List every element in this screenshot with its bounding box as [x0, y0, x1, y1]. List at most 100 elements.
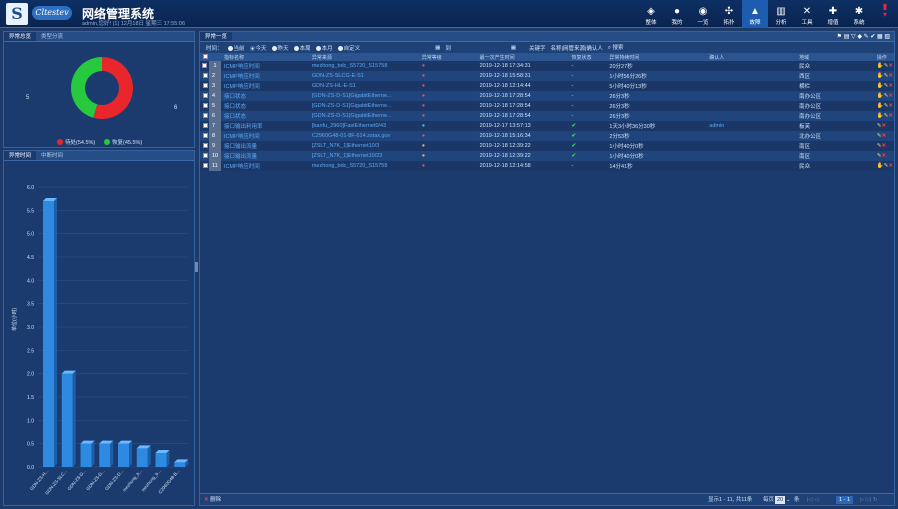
- table-row[interactable]: 4 接口状态 [GDN-ZS-D-S1]GigabitEtherne... ● …: [200, 91, 894, 101]
- delete-icon[interactable]: ✕: [888, 93, 893, 99]
- source-link[interactable]: [banfu_2960]FastEthernet0/43: [308, 121, 419, 131]
- nav-warning[interactable]: ▲ 故障: [742, 0, 768, 28]
- table-row[interactable]: 1 ICMP响应时间 mezhong_bdc_S5720_S15758 ● 20…: [200, 61, 894, 71]
- table-row[interactable]: 10 接口输出流量 [ZSLT_N7K_1]Ethernet10/23 ● 20…: [200, 151, 894, 161]
- tab-interrupt-time[interactable]: 中断时间: [36, 151, 68, 160]
- row-checkbox[interactable]: [203, 162, 208, 168]
- table-row[interactable]: 8 ICMP响应时间 C2960G48-01-8F-614.zstax.gov …: [200, 131, 894, 141]
- delete-icon[interactable]: ✕: [888, 113, 893, 119]
- edit-icon[interactable]: ✋✎: [877, 93, 888, 99]
- chevron-down-icon[interactable]: ⌄: [786, 494, 791, 506]
- nav-target[interactable]: ◉ 一览: [690, 0, 716, 28]
- time-option[interactable]: 自定义: [337, 44, 360, 52]
- edit-icon[interactable]: ✋✎: [877, 103, 888, 109]
- delete-icon[interactable]: ✕: [882, 153, 887, 159]
- source-link[interactable]: [ZSLT_N7K_1]Ethernet10/23: [308, 151, 419, 161]
- source-link[interactable]: [GDN-ZS-D-S1]GigabitEtherne...: [308, 91, 419, 101]
- y-tick-label: 3.0: [27, 325, 34, 331]
- metric-link[interactable]: 接口状态: [220, 111, 309, 121]
- tab-type[interactable]: 类型分流: [36, 32, 68, 41]
- first-page-icon[interactable]: |◁ ◁: [807, 494, 818, 506]
- row-checkbox[interactable]: [203, 72, 208, 78]
- source-link[interactable]: mezhong_bdc_S5720_S15758: [308, 61, 419, 71]
- source-link[interactable]: [GDN-ZS-D-S1]GigabitEtherne...: [308, 111, 419, 121]
- delete-icon[interactable]: ✕: [882, 123, 887, 129]
- source-link[interactable]: GDN-ZS-SLCG-E-S1: [308, 71, 419, 81]
- table-row[interactable]: 11 ICMP响应时间 mezhong_bdc_S5720_S15758 ● 2…: [200, 161, 894, 171]
- area-cell: 南办公区: [796, 101, 874, 111]
- time-option[interactable]: 当前: [227, 44, 245, 52]
- nav-topology[interactable]: ✣ 拓扑: [716, 0, 742, 28]
- metric-link[interactable]: 接口状态: [220, 101, 309, 111]
- keyword-input[interactable]: 名称|网管来源|确认人: [551, 44, 603, 52]
- row-checkbox[interactable]: [203, 112, 208, 118]
- nav-user[interactable]: ● 我的: [664, 0, 690, 28]
- source-link[interactable]: GDN-ZS-HL-E-S1: [308, 81, 419, 91]
- calendar-icon[interactable]: ▦: [511, 45, 516, 51]
- row-checkbox[interactable]: [203, 122, 208, 128]
- nav-gear[interactable]: ✱ 系统: [846, 0, 872, 28]
- nav-label: 分析: [775, 20, 787, 26]
- tab-overview[interactable]: 异常总览: [4, 32, 37, 41]
- table-row[interactable]: 5 接口状态 [GDN-ZS-D-S1]GigabitEtherne... ● …: [200, 101, 894, 111]
- row-checkbox[interactable]: [203, 102, 208, 108]
- table-row[interactable]: 2 ICMP响应时间 GDN-ZS-SLCG-E-S1 ● 2019-12-18…: [200, 71, 894, 81]
- row-checkbox[interactable]: [203, 82, 208, 88]
- per-page-select[interactable]: 20: [775, 496, 786, 504]
- alert-indicator-icon[interactable]: ▮ ▾: [878, 3, 892, 19]
- row-checkbox[interactable]: [203, 132, 208, 138]
- source-link[interactable]: C2960G48-01-8F-614.zstax.gov: [308, 131, 419, 141]
- delete-button[interactable]: ✕ 删除: [204, 497, 221, 503]
- panel-tools-icon[interactable]: ⚑ ▤ ▽ ◆ ✎ ✔ ▦ ▧: [837, 32, 894, 41]
- source-link[interactable]: [ZSLT_N7K_1]Ethernet10/3: [308, 141, 419, 151]
- edit-icon[interactable]: ✋✎: [877, 83, 888, 89]
- metric-link[interactable]: ICMP响应时间: [220, 131, 309, 141]
- delete-icon[interactable]: ✕: [888, 73, 893, 79]
- edit-icon[interactable]: ✋✎: [877, 163, 888, 169]
- source-link[interactable]: mezhong_bdc_S5720_S15758: [308, 161, 419, 171]
- time-option[interactable]: 本周: [293, 44, 311, 52]
- delete-icon[interactable]: ✕: [882, 143, 887, 149]
- nav-chart[interactable]: ▥ 分析: [768, 0, 794, 28]
- tab-abnormal-time[interactable]: 异常时间: [4, 151, 37, 160]
- nav-plus[interactable]: ✚ 增值: [820, 0, 846, 28]
- edit-icon[interactable]: ✋✎: [877, 63, 888, 69]
- row-checkbox[interactable]: [203, 142, 208, 148]
- metric-link[interactable]: ICMP响应时间: [220, 161, 309, 171]
- table-row[interactable]: 6 接口状态 [GDN-ZS-D-S1]GigabitEtherne... ● …: [200, 111, 894, 121]
- metric-link[interactable]: ICMP响应时间: [220, 81, 309, 91]
- select-all-checkbox[interactable]: [203, 53, 208, 59]
- page-indicator[interactable]: 1 - 1: [836, 496, 854, 504]
- delete-icon[interactable]: ✕: [888, 103, 893, 109]
- metric-link[interactable]: ICMP响应时间: [220, 61, 309, 71]
- edit-icon[interactable]: ✋✎: [877, 73, 888, 79]
- row-checkbox[interactable]: [203, 152, 208, 158]
- table-row[interactable]: 9 接口输出流量 [ZSLT_N7K_1]Ethernet10/3 ● 2019…: [200, 141, 894, 151]
- time-option[interactable]: 本月: [315, 44, 333, 52]
- nav-tools[interactable]: ✕ 工具: [794, 0, 820, 28]
- tab-alarm-list[interactable]: 异常一览: [200, 32, 233, 41]
- metric-link[interactable]: 接口输出利用率: [220, 121, 309, 131]
- time-option[interactable]: 今天: [249, 44, 267, 52]
- search-button[interactable]: ⌕ 搜索: [608, 43, 624, 52]
- metric-link[interactable]: 接口输出流量: [220, 151, 309, 161]
- source-link[interactable]: [GDN-ZS-D-S1]GigabitEtherne...: [308, 101, 419, 111]
- delete-icon[interactable]: ✕: [888, 63, 893, 69]
- nav-label: 增值: [827, 20, 839, 26]
- calendar-icon[interactable]: ▦: [435, 45, 440, 51]
- row-checkbox[interactable]: [203, 92, 208, 98]
- edit-icon[interactable]: ✋✎: [877, 113, 888, 119]
- metric-link[interactable]: 接口输出流量: [220, 141, 309, 151]
- time-option[interactable]: 昨天: [271, 44, 289, 52]
- table-row[interactable]: 3 ICMP响应时间 GDN-ZS-HL-E-S1 ● 2019-12-18 1…: [200, 81, 894, 91]
- next-page-icon[interactable]: ▷ ▷| ↻: [860, 494, 878, 506]
- table-row[interactable]: 7 接口输出利用率 [banfu_2960]FastEthernet0/43 ●…: [200, 121, 894, 131]
- delete-icon[interactable]: ✕: [882, 133, 887, 139]
- nav-layers[interactable]: ◈ 整体: [638, 0, 664, 28]
- delete-icon[interactable]: ✕: [888, 163, 893, 169]
- row-checkbox[interactable]: [201, 62, 207, 68]
- splitter-handle[interactable]: [195, 262, 198, 272]
- delete-icon[interactable]: ✕: [888, 83, 893, 89]
- metric-link[interactable]: 接口状态: [220, 91, 309, 101]
- metric-link[interactable]: ICMP响应时间: [220, 71, 309, 81]
